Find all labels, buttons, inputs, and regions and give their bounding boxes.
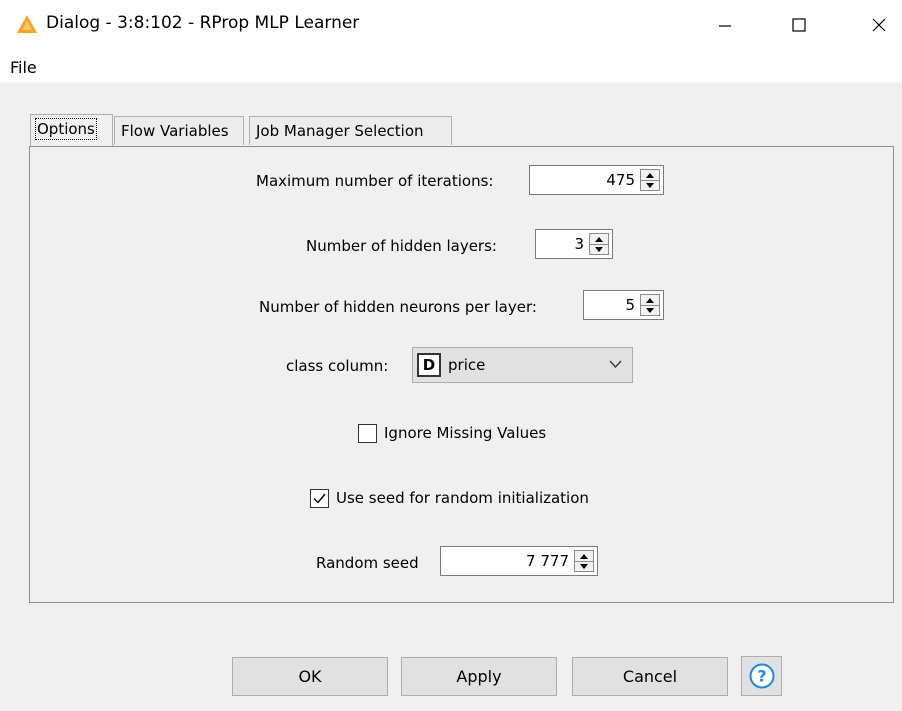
use-seed-checkbox[interactable] (310, 489, 329, 508)
apply-button[interactable]: Apply (401, 657, 557, 696)
ok-button[interactable]: OK (232, 657, 388, 696)
random-seed-spinner[interactable]: 7 777 (440, 546, 598, 576)
hidden-layers-stepper[interactable] (589, 233, 609, 255)
hidden-layers-value: 3 (574, 235, 584, 253)
max-iterations-spinner[interactable]: 475 (529, 165, 664, 195)
class-column-label: class column: (286, 357, 389, 375)
svg-text:?: ? (757, 667, 766, 686)
menu-bar: File (0, 50, 902, 82)
hidden-neurons-label: Number of hidden neurons per layer: (259, 298, 537, 316)
class-column-select[interactable]: D price (412, 347, 633, 383)
minimize-button[interactable] (702, 8, 748, 42)
tab-job-manager-label: Job Manager Selection (256, 122, 424, 140)
window-title: Dialog - 3:8:102 - RProp MLP Learner (46, 13, 360, 33)
checkmark-icon (313, 493, 326, 504)
max-iterations-label: Maximum number of iterations: (256, 172, 494, 190)
title-bar: Dialog - 3:8:102 - RProp MLP Learner (0, 0, 902, 50)
cancel-button[interactable]: Cancel (572, 657, 728, 696)
tab-flow-variables[interactable]: Flow Variables (114, 116, 244, 145)
random-seed-stepper[interactable] (574, 550, 594, 572)
minimize-icon (719, 25, 731, 27)
max-iterations-value: 475 (606, 171, 635, 189)
hidden-neurons-spinner[interactable]: 5 (583, 290, 664, 320)
hidden-layers-label: Number of hidden layers: (306, 237, 497, 255)
random-seed-label: Random seed (316, 554, 419, 572)
max-iterations-stepper[interactable] (640, 169, 660, 191)
help-icon: ? (749, 663, 774, 689)
class-column-value: price (448, 356, 486, 374)
hidden-neurons-value: 5 (625, 296, 635, 314)
random-seed-value: 7 777 (526, 552, 569, 570)
help-button[interactable]: ? (741, 656, 782, 696)
maximize-button[interactable] (776, 8, 822, 42)
spin-down-icon[interactable] (641, 305, 659, 315)
knime-warning-triangle-icon (17, 15, 37, 33)
tab-flow-variables-label: Flow Variables (121, 122, 229, 140)
hidden-layers-spinner[interactable]: 3 (535, 229, 613, 259)
close-button[interactable] (856, 8, 902, 42)
spin-down-icon[interactable] (590, 244, 608, 254)
spin-down-icon[interactable] (575, 561, 593, 571)
spin-down-icon[interactable] (641, 180, 659, 190)
hidden-neurons-stepper[interactable] (640, 294, 660, 316)
use-seed-label: Use seed for random initialization (336, 489, 589, 507)
tab-job-manager-selection[interactable]: Job Manager Selection (249, 116, 452, 145)
tab-options-label: Options (35, 118, 97, 140)
ignore-missing-checkbox[interactable] (358, 424, 377, 443)
close-icon (872, 18, 886, 32)
tab-options[interactable]: Options (30, 114, 113, 147)
maximize-icon (792, 18, 806, 32)
chevron-down-icon (609, 360, 622, 368)
ignore-missing-label: Ignore Missing Values (384, 424, 547, 442)
menu-file[interactable]: File (10, 58, 37, 77)
double-column-type-icon: D (417, 353, 441, 377)
